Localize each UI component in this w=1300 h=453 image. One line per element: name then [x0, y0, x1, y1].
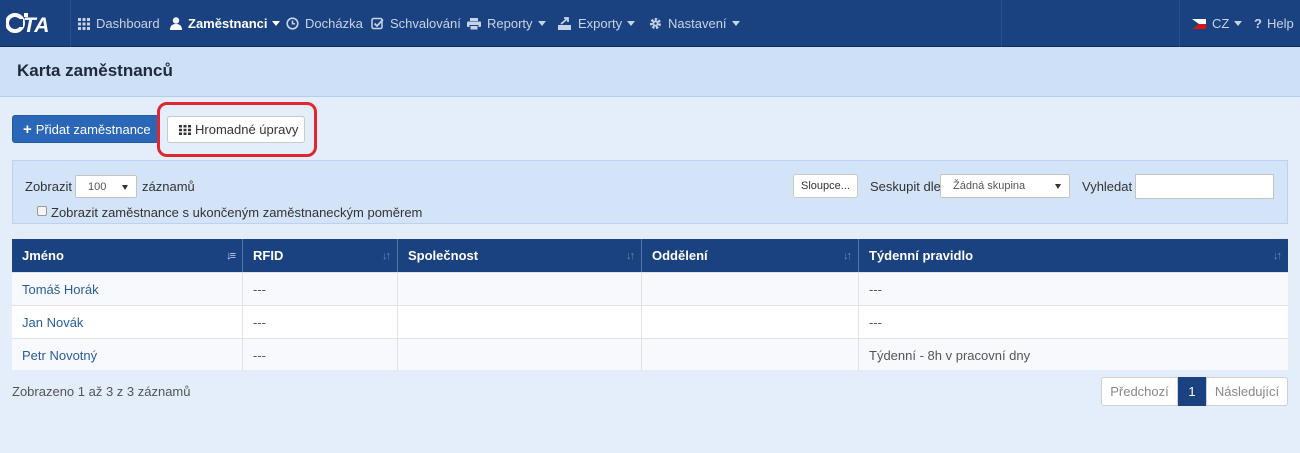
svg-text:TA: TA: [23, 14, 49, 35]
department-cell: [642, 273, 859, 305]
user-icon: [170, 17, 182, 30]
check-square-icon: [371, 17, 384, 30]
nav-settings-label: Nastavení: [668, 16, 727, 31]
ita-logo[interactable]: TA: [6, 11, 64, 35]
pagination: Předchozí 1 Následující: [1101, 377, 1288, 406]
highlight-annotation: [157, 102, 317, 157]
export-icon: [558, 17, 571, 30]
column-header-label: Týdenní pravidlo: [869, 248, 974, 263]
pagination-next[interactable]: Následující: [1206, 377, 1288, 406]
clock-icon: [286, 17, 299, 30]
rfid-cell: ---: [243, 273, 398, 305]
chevron-down-icon: [1234, 21, 1243, 26]
plus-icon: +: [23, 120, 32, 138]
nav-reports[interactable]: Reporty: [467, 0, 546, 47]
language-switcher[interactable]: CZ: [1192, 0, 1243, 47]
gear-icon: [650, 18, 661, 29]
group-by-value: Žádná skupina: [953, 180, 1026, 192]
company-cell: [398, 306, 642, 338]
add-employee-button[interactable]: + Přidat zaměstnance: [12, 115, 159, 143]
nav-attendance-label: Docházka: [305, 16, 363, 31]
nav-help[interactable]: ? Help: [1254, 0, 1294, 47]
rfid-cell: ---: [243, 339, 398, 371]
group-by-label: Seskupit dle: [870, 179, 941, 194]
company-cell: [398, 273, 642, 305]
nav-settings[interactable]: Nastavení: [649, 0, 740, 47]
pagination-page[interactable]: 1: [1178, 377, 1206, 406]
czech-flag-icon: [1192, 18, 1206, 29]
weekly-rule-cell: ---: [869, 281, 882, 297]
column-header-label: Společnost: [408, 248, 479, 263]
nav-approvals[interactable]: Schvalování: [371, 0, 461, 47]
show-terminated-label: Zobrazit zaměstnance s ukončeným zaměstn…: [51, 205, 423, 220]
sort-icon: ↓↑: [843, 250, 852, 262]
records-label: záznamů: [142, 179, 195, 194]
table-row: Tomáš Horák --- ---: [12, 272, 1288, 305]
show-label: Zobrazit: [25, 179, 72, 194]
table-info: Zobrazeno 1 až 3 z 3 záznamů: [12, 384, 191, 399]
column-header-department[interactable]: Oddělení ↓↑: [642, 239, 859, 272]
table-row: Jan Novák --- ---: [12, 305, 1288, 338]
print-icon: [467, 17, 481, 30]
column-header-label: RFID: [253, 248, 284, 263]
page-title: Karta zaměstnanců: [17, 61, 173, 80]
nav-reports-label: Reporty: [487, 16, 533, 31]
pagination-previous[interactable]: Předchozí: [1101, 377, 1178, 406]
language-label: CZ: [1212, 16, 1230, 31]
column-header-rfid[interactable]: RFID ↓↑: [243, 239, 398, 272]
nav-exports[interactable]: Exporty: [558, 0, 636, 47]
nav-employees[interactable]: Zaměstnanci: [170, 0, 281, 47]
chevron-down-icon: [122, 185, 128, 190]
filter-panel: Zobrazit 100 záznamů Zobrazit zaměstnanc…: [12, 160, 1288, 224]
nav-employees-label: Zaměstnanci: [188, 16, 268, 31]
add-employee-label: Přidat zaměstnance: [35, 121, 151, 137]
employee-name-link[interactable]: Petr Novotný: [12, 339, 243, 371]
grid-icon: [78, 17, 90, 30]
chevron-down-icon: [272, 21, 281, 26]
chevron-down-icon: [627, 21, 636, 26]
department-cell: [642, 306, 859, 338]
show-terminated-checkbox[interactable]: [37, 206, 47, 216]
employees-table: Jméno ↓≡ RFID ↓↑ Společnost ↓↑ Oddělení …: [12, 239, 1288, 371]
table-row: Petr Novotný --- Týdenní - 8h v pracovní…: [12, 338, 1288, 371]
search-label: Vyhledat: [1082, 179, 1133, 194]
weekly-rule-cell: ---: [869, 314, 882, 330]
sort-icon: ↓↑: [1273, 250, 1282, 262]
column-header-company[interactable]: Společnost ↓↑: [398, 239, 642, 272]
nav-dashboard[interactable]: Dashboard: [78, 0, 160, 47]
page-size-select[interactable]: 100: [75, 175, 137, 198]
column-header-label: Jméno: [22, 248, 64, 263]
employee-name-link[interactable]: Jan Novák: [12, 306, 243, 338]
company-cell: [398, 339, 642, 371]
nav-exports-label: Exporty: [578, 16, 623, 31]
page-size-value: 100: [88, 180, 107, 193]
search-input[interactable]: [1135, 174, 1274, 199]
nav-dashboard-label: Dashboard: [96, 16, 160, 31]
chevron-down-icon: [537, 21, 546, 26]
employee-name-link[interactable]: Tomáš Horák: [12, 273, 243, 305]
column-header-label: Oddělení: [652, 248, 708, 263]
chevron-down-icon: [731, 21, 740, 26]
weekly-rule-cell: Týdenní - 8h v pracovní dny: [869, 347, 1031, 363]
columns-button-label: Sloupce...: [801, 180, 850, 192]
sort-icon: ↓↑: [626, 250, 635, 262]
question-icon: ?: [1254, 16, 1262, 31]
department-cell: [642, 339, 859, 371]
group-by-select[interactable]: Žádná skupina: [940, 174, 1070, 198]
columns-button[interactable]: Sloupce...: [793, 174, 858, 198]
table-header: Jméno ↓≡ RFID ↓↑ Společnost ↓↑ Oddělení …: [12, 239, 1288, 272]
top-navbar: TA Dashboard Zaměstnanci Docházka Schval…: [0, 0, 1300, 47]
sort-asc-icon: ↓≡: [226, 250, 236, 262]
sort-icon: ↓↑: [382, 250, 391, 262]
chevron-down-icon: [1055, 184, 1061, 189]
help-label: Help: [1266, 16, 1294, 31]
nav-approvals-label: Schvalování: [390, 16, 461, 31]
column-header-name[interactable]: Jméno ↓≡: [12, 239, 243, 272]
nav-attendance[interactable]: Docházka: [286, 0, 363, 47]
column-header-weekly-rule[interactable]: Týdenní pravidlo ↓↑: [859, 239, 1288, 272]
page-header: Karta zaměstnanců: [0, 47, 1300, 97]
rfid-cell: ---: [243, 306, 398, 338]
